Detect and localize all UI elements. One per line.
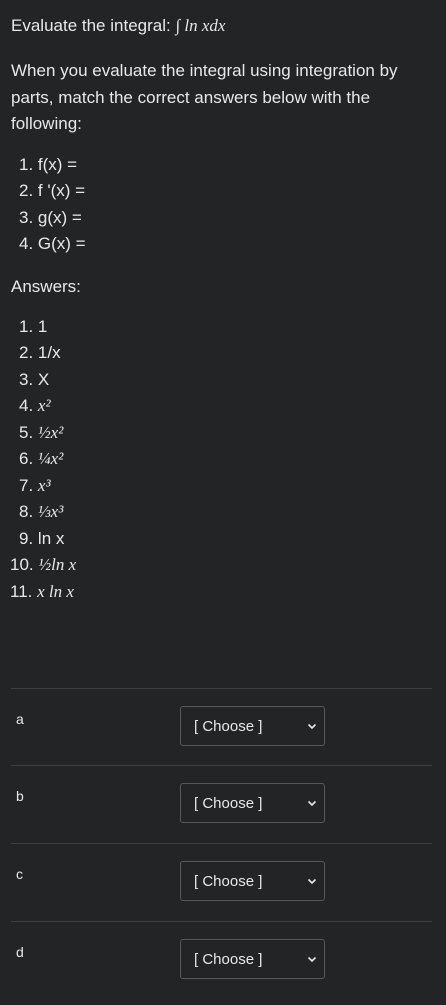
answer-text: ⅓x³ xyxy=(37,502,64,521)
answer-item: 2. 1/x xyxy=(19,340,435,367)
select-value: [ Choose ] xyxy=(194,950,263,968)
answer-item: 10. ½ln x xyxy=(10,552,435,579)
answer-text: ½ln x xyxy=(38,555,77,574)
list-item: 3. g(x) = xyxy=(19,207,82,227)
select-value: [ Choose ] xyxy=(194,717,263,735)
answer-item: 3. X xyxy=(19,367,435,394)
select-value: [ Choose ] xyxy=(194,872,263,890)
answers-list: 1. 1 2. 1/x 3. X 4. x² 5. ½x² 6. ¼x² 7. … xyxy=(10,314,435,606)
question-title: Evaluate the integral: ∫ ln xdx xyxy=(11,16,226,35)
answers-title: Answers: xyxy=(11,276,81,296)
answer-text: ln x xyxy=(37,528,65,548)
matching-section: a [ Choose ] b [ Choose ] c [ Choose ] d… xyxy=(11,688,432,998)
answer-text: x ln x xyxy=(37,581,74,601)
match-row: c [ Choose ] xyxy=(11,843,432,921)
chevron-down-icon xyxy=(307,723,317,730)
match-label: b xyxy=(16,788,24,804)
answer-text: ¼x² xyxy=(37,449,64,468)
match-label: d xyxy=(16,944,24,960)
question-intro: When you evaluate the integral using int… xyxy=(11,61,398,133)
answer-select[interactable]: [ Choose ] xyxy=(180,783,325,823)
answer-text: 1/x xyxy=(37,343,61,362)
match-row: a [ Choose ] xyxy=(11,688,432,765)
answer-text: X xyxy=(37,369,50,389)
answer-select[interactable]: [ Choose ] xyxy=(180,706,325,746)
integral-expression: ∫ ln xdx xyxy=(175,16,226,35)
list-item: 2. f '(x) = xyxy=(19,181,86,200)
answer-text: x² xyxy=(37,396,51,415)
item-list: 1. f(x) = 2. f '(x) = 3. g(x) = 4. G(x) … xyxy=(11,152,435,258)
answer-item: 5. ½x² xyxy=(19,420,435,447)
answer-item: 11. x ln x xyxy=(10,579,435,606)
answer-item: 7. x³ xyxy=(19,473,435,500)
answer-item: 4. x² xyxy=(19,393,435,420)
match-row: d [ Choose ] xyxy=(11,921,432,998)
answer-item: 1. 1 xyxy=(19,314,435,341)
answer-item: 8. ⅓x³ xyxy=(19,499,435,526)
chevron-down-icon xyxy=(307,800,317,807)
answer-select[interactable]: [ Choose ] xyxy=(180,861,325,901)
list-item: 1. f(x) = xyxy=(19,154,78,174)
match-row: b [ Choose ] xyxy=(11,765,432,843)
match-label: c xyxy=(16,866,23,882)
answer-item: 9. ln x xyxy=(19,526,435,553)
match-label: a xyxy=(16,711,24,727)
chevron-down-icon xyxy=(307,878,317,885)
answer-text: ½x² xyxy=(37,422,64,442)
list-item: 4. G(x) = xyxy=(19,234,86,253)
chevron-down-icon xyxy=(307,956,317,963)
answer-text: x³ xyxy=(37,475,51,495)
select-value: [ Choose ] xyxy=(194,794,263,812)
answer-item: 6. ¼x² xyxy=(19,446,435,473)
answer-select[interactable]: [ Choose ] xyxy=(180,939,325,979)
answer-text: 1 xyxy=(37,316,48,336)
